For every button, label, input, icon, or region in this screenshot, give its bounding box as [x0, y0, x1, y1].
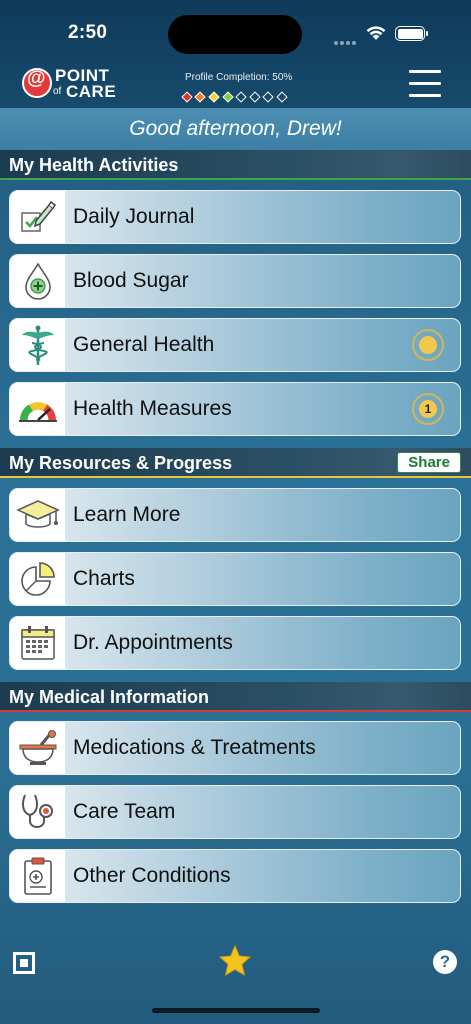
progress-diamond	[249, 91, 261, 103]
dynamic-island	[168, 15, 302, 54]
progress-diamond	[262, 91, 275, 103]
menu-item-health-measures[interactable]: Health Measures 1	[9, 382, 461, 436]
star-icon[interactable]	[218, 944, 252, 978]
gauge-icon	[10, 383, 65, 435]
logo-of-text: of	[53, 86, 62, 97]
section-title: My Health Activities	[9, 155, 179, 175]
stethoscope-icon	[10, 786, 65, 838]
menu-item-daily-journal[interactable]: Daily Journal	[9, 190, 461, 244]
menu-item-dr-appointments[interactable]: Dr. Appointments	[9, 616, 461, 670]
point-of-care-logo: @ POINT of CARE	[22, 66, 118, 102]
notification-badge: 1	[412, 393, 444, 425]
menu-item-label: Dr. Appointments	[73, 631, 233, 654]
progress-diamond	[208, 91, 220, 103]
section-header-resources: My Resources & Progress Share	[0, 448, 471, 478]
share-button[interactable]: Share	[397, 452, 461, 473]
clipboard-icon	[10, 850, 65, 902]
menu-item-other-conditions[interactable]: Other Conditions	[9, 849, 461, 903]
header: 2:50 @ POINT of CARE Profile Completion:…	[0, 0, 471, 108]
calendar-icon	[10, 617, 65, 669]
menu-item-charts[interactable]: Charts	[9, 552, 461, 606]
section-accent-line	[0, 178, 471, 180]
menu-item-label: Care Team	[73, 800, 176, 823]
progress-diamond	[235, 91, 247, 103]
greeting-banner: Good afternoon, Drew!	[0, 108, 471, 150]
menu-item-learn-more[interactable]: Learn More	[9, 488, 461, 542]
pie-chart-icon	[10, 553, 65, 605]
journal-icon	[10, 191, 65, 243]
cellular-signal-icon	[334, 32, 358, 45]
menu-item-label: Other Conditions	[73, 864, 231, 887]
caduceus-icon	[10, 319, 65, 371]
profile-completion-meter	[180, 88, 289, 103]
battery-icon	[395, 26, 425, 41]
section-title: My Resources & Progress	[9, 453, 233, 473]
logo-care-text: CARE	[66, 82, 117, 101]
progress-diamond	[181, 91, 193, 103]
graduation-cap-icon	[10, 489, 65, 541]
notification-badge	[412, 329, 444, 361]
section-accent-line	[0, 710, 471, 712]
progress-diamond	[194, 91, 207, 103]
section-accent-line	[0, 476, 471, 478]
profile-completion-label: Profile Completion: 50%	[185, 72, 293, 83]
section-header-medical: My Medical Information	[0, 682, 471, 712]
bottom-toolbar: ?	[0, 938, 471, 990]
badge-dot	[419, 336, 437, 354]
menu-item-label: Health Measures	[73, 397, 232, 420]
menu-item-blood-sugar[interactable]: Blood Sugar	[9, 254, 461, 308]
status-time: 2:50	[68, 22, 108, 43]
progress-diamond	[221, 91, 234, 103]
scan-icon[interactable]	[13, 952, 35, 974]
home-indicator	[152, 1008, 320, 1013]
logo-at-symbol: @	[27, 68, 46, 89]
mortar-pestle-icon	[10, 722, 65, 774]
section-header-health: My Health Activities	[0, 150, 471, 180]
menu-item-label: Learn More	[73, 503, 181, 526]
menu-item-label: Medications & Treatments	[73, 736, 316, 759]
menu-item-care-team[interactable]: Care Team	[9, 785, 461, 839]
wifi-icon	[366, 26, 386, 40]
menu-item-label: Charts	[73, 567, 135, 590]
section-title: My Medical Information	[9, 687, 210, 707]
menu-item-general-health[interactable]: General Health	[9, 318, 461, 372]
menu-item-label: Blood Sugar	[73, 269, 189, 292]
menu-item-label: Daily Journal	[73, 205, 195, 228]
menu-item-label: General Health	[73, 333, 215, 356]
badge-count: 1	[419, 400, 437, 418]
menu-item-medications[interactable]: Medications & Treatments	[9, 721, 461, 775]
progress-diamond	[276, 91, 288, 103]
hamburger-menu-button[interactable]	[409, 70, 442, 98]
battery-tip	[426, 31, 428, 36]
help-icon[interactable]: ?	[433, 950, 457, 974]
blood-drop-icon	[10, 255, 65, 307]
